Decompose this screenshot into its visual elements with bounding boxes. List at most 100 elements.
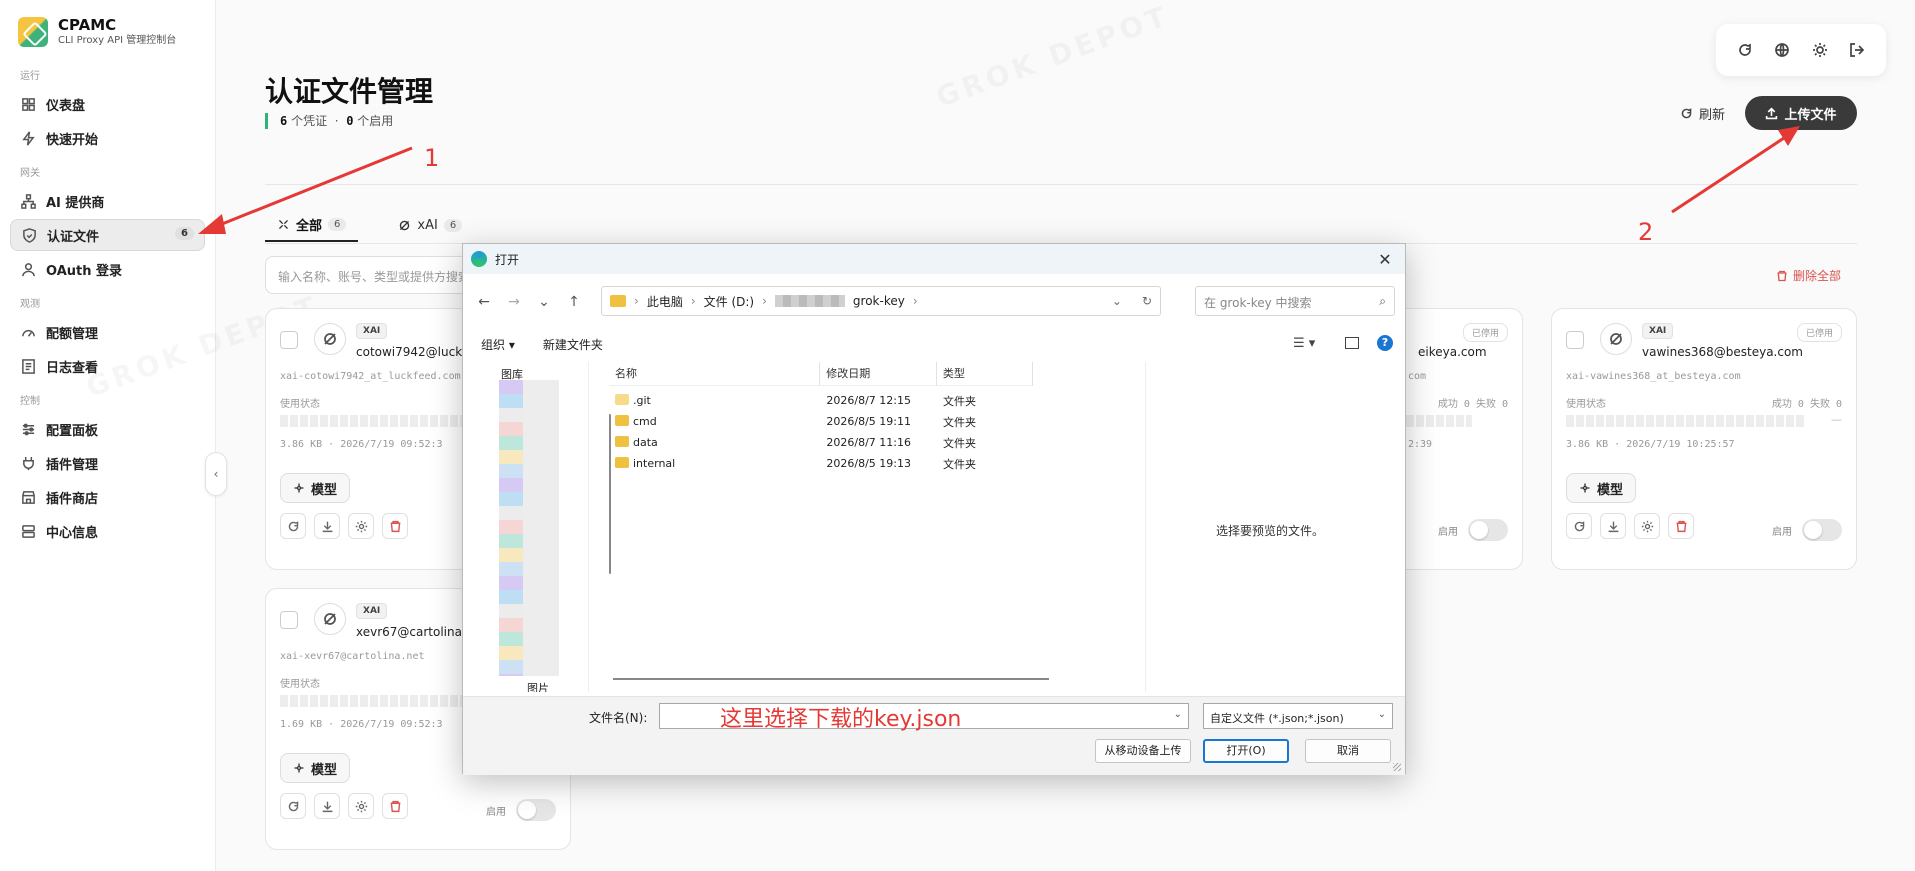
annotation-number-1: 1 xyxy=(424,144,440,172)
sidebar-item-plugin-store[interactable]: 插件商店 xyxy=(10,481,205,513)
logout-button[interactable] xyxy=(1845,38,1869,62)
file-row[interactable]: data 2026/8/7 11:16 文件夹 xyxy=(609,432,1033,453)
dialog-search-input[interactable]: 在 grok-key 中搜索 ⌕ xyxy=(1195,286,1395,316)
file-list-scrollbar[interactable] xyxy=(613,678,1049,680)
enable-toggle[interactable] xyxy=(1802,519,1842,541)
settings-button[interactable] xyxy=(348,513,374,539)
refresh-icon xyxy=(288,520,298,531)
settings-button[interactable] xyxy=(348,793,374,819)
file-name: cmd xyxy=(633,415,657,428)
tab-all[interactable]: 全部 6 xyxy=(265,208,359,242)
organize-menu[interactable]: 组织 ▾ xyxy=(481,336,515,353)
success-fail-count: 成功 0 失败 0 xyxy=(1771,399,1842,410)
download-button[interactable] xyxy=(314,513,340,539)
help-icon[interactable]: ? xyxy=(1377,335,1393,351)
sidebar-item-quickstart[interactable]: 快速开始 xyxy=(10,122,205,154)
download-button[interactable] xyxy=(1600,513,1626,539)
card-checkbox[interactable] xyxy=(280,611,298,629)
close-icon[interactable]: ✕ xyxy=(1373,250,1397,269)
address-bar[interactable]: › 此电脑 › 文件 (D:) › grok-key › ⌄ ↻ xyxy=(601,286,1161,316)
enable-toggle[interactable] xyxy=(516,799,556,821)
sidebar-item-dashboard[interactable]: 仪表盘 xyxy=(10,88,205,120)
usage-status-label: 使用状态 xyxy=(1566,399,1606,410)
tab-xai[interactable]: xAI 6 xyxy=(386,208,474,242)
refresh-icon[interactable]: ↻ xyxy=(1142,294,1152,308)
disabled-badge: 已停用 xyxy=(1796,323,1842,342)
column-date[interactable]: 修改日期 xyxy=(820,361,937,386)
sidebar-item-plugins[interactable]: 插件管理 xyxy=(10,447,205,479)
open-button[interactable]: 打开(O) xyxy=(1203,739,1289,763)
search-input[interactable]: 输入名称、账号、类型或提供方搜索 xyxy=(265,256,485,294)
trash-icon xyxy=(390,520,400,532)
delete-button[interactable] xyxy=(1668,513,1694,539)
forward-arrow-icon[interactable]: → xyxy=(503,294,525,310)
tab-count: 6 xyxy=(443,218,463,232)
download-button[interactable] xyxy=(314,793,340,819)
path-segment[interactable]: 文件 (D:) xyxy=(704,293,754,310)
sidebar-item-label: 配额管理 xyxy=(46,326,99,342)
delete-all-button[interactable]: 删除全部 xyxy=(1776,267,1841,284)
column-name[interactable]: 名称 xyxy=(609,361,821,386)
filename-input[interactable]: 这里选择下载的key.json ⌄ xyxy=(659,703,1189,732)
delete-button[interactable] xyxy=(382,793,408,819)
brand[interactable]: CPAMC CLI Proxy API 管理控制台 xyxy=(0,0,215,59)
folder-icon xyxy=(615,415,629,426)
download-icon xyxy=(322,801,332,812)
sliders-icon xyxy=(20,421,36,437)
upload-file-button[interactable]: 上传文件 xyxy=(1745,96,1857,130)
models-button[interactable]: 模型 xyxy=(1566,473,1637,503)
file-row[interactable]: internal 2026/8/5 19:13 文件夹 xyxy=(609,453,1033,474)
sidebar-item-label: 认证文件 xyxy=(47,229,100,245)
sidebar-item-center-info[interactable]: 中心信息 xyxy=(10,515,205,547)
settings-button[interactable] xyxy=(1634,513,1660,539)
upload-from-mobile-button[interactable]: 从移动设备上传 xyxy=(1095,739,1191,763)
file-type: 文件夹 xyxy=(942,394,976,408)
sidebar-item-auth-files[interactable]: 认证文件 6 xyxy=(10,219,205,251)
card-checkbox[interactable] xyxy=(280,331,298,349)
card-meta: 2:39 xyxy=(1408,439,1433,450)
sidebar-item-oauth-login[interactable]: OAuth 登录 xyxy=(10,253,205,285)
preview-pane-icon[interactable] xyxy=(1345,337,1359,349)
card-actions xyxy=(1566,513,1694,539)
tree-item-pictures[interactable]: 图片 xyxy=(527,680,549,692)
recent-chevron-icon[interactable]: ⌄ xyxy=(533,294,555,310)
back-arrow-icon[interactable]: ← xyxy=(473,294,495,310)
server-icon xyxy=(20,523,36,539)
sidebar-item-config[interactable]: 配置面板 xyxy=(10,413,205,445)
card-filename: xai-xevr67@cartolina.net xyxy=(280,651,425,662)
sidebar-collapse-button[interactable]: ‹ xyxy=(205,452,227,496)
card-checkbox[interactable] xyxy=(1566,331,1584,349)
cancel-button[interactable]: 取消 xyxy=(1305,739,1391,763)
logout-icon xyxy=(1850,43,1865,57)
models-button[interactable]: 模型 xyxy=(280,473,351,503)
reload-icon xyxy=(1738,43,1751,56)
path-segment[interactable]: 此电脑 xyxy=(647,293,683,310)
chevron-down-icon[interactable]: ⌄ xyxy=(1112,294,1122,308)
sidebar-item-ai-providers[interactable]: AI 提供商 xyxy=(10,185,205,217)
refresh-card-button[interactable] xyxy=(280,793,306,819)
refresh-card-button[interactable] xyxy=(280,513,306,539)
column-type[interactable]: 类型 xyxy=(937,361,1034,386)
file-date: 2026/8/7 12:15 xyxy=(826,394,911,407)
enable-toggle[interactable] xyxy=(1468,519,1508,541)
path-segment[interactable]: grok-key xyxy=(853,294,905,308)
file-row[interactable]: cmd 2026/8/5 19:11 文件夹 xyxy=(609,411,1033,432)
new-folder-button[interactable]: 新建文件夹 xyxy=(543,336,603,353)
up-arrow-icon[interactable]: ↑ xyxy=(563,294,585,310)
models-button[interactable]: 模型 xyxy=(280,753,351,783)
file-type-select[interactable]: 自定义文件 (*.json;*.json) ⌄ xyxy=(1203,703,1393,729)
refresh-button[interactable]: 刷新 xyxy=(1680,104,1725,123)
view-options-icon[interactable]: ☰ ▾ xyxy=(1293,336,1315,351)
card-actions xyxy=(280,793,408,819)
store-icon xyxy=(20,489,36,505)
enable-control: 启用 xyxy=(486,799,556,821)
theme-button[interactable] xyxy=(1808,38,1832,62)
reload-button[interactable] xyxy=(1733,38,1757,62)
chevron-down-icon[interactable]: ⌄ xyxy=(1174,709,1182,720)
file-row[interactable]: .git 2026/8/7 12:15 文件夹 xyxy=(609,390,1033,411)
language-button[interactable] xyxy=(1770,38,1794,62)
resize-grip[interactable] xyxy=(1393,763,1401,771)
stats-count: 6 xyxy=(280,114,288,128)
refresh-card-button[interactable] xyxy=(1566,513,1592,539)
delete-button[interactable] xyxy=(382,513,408,539)
